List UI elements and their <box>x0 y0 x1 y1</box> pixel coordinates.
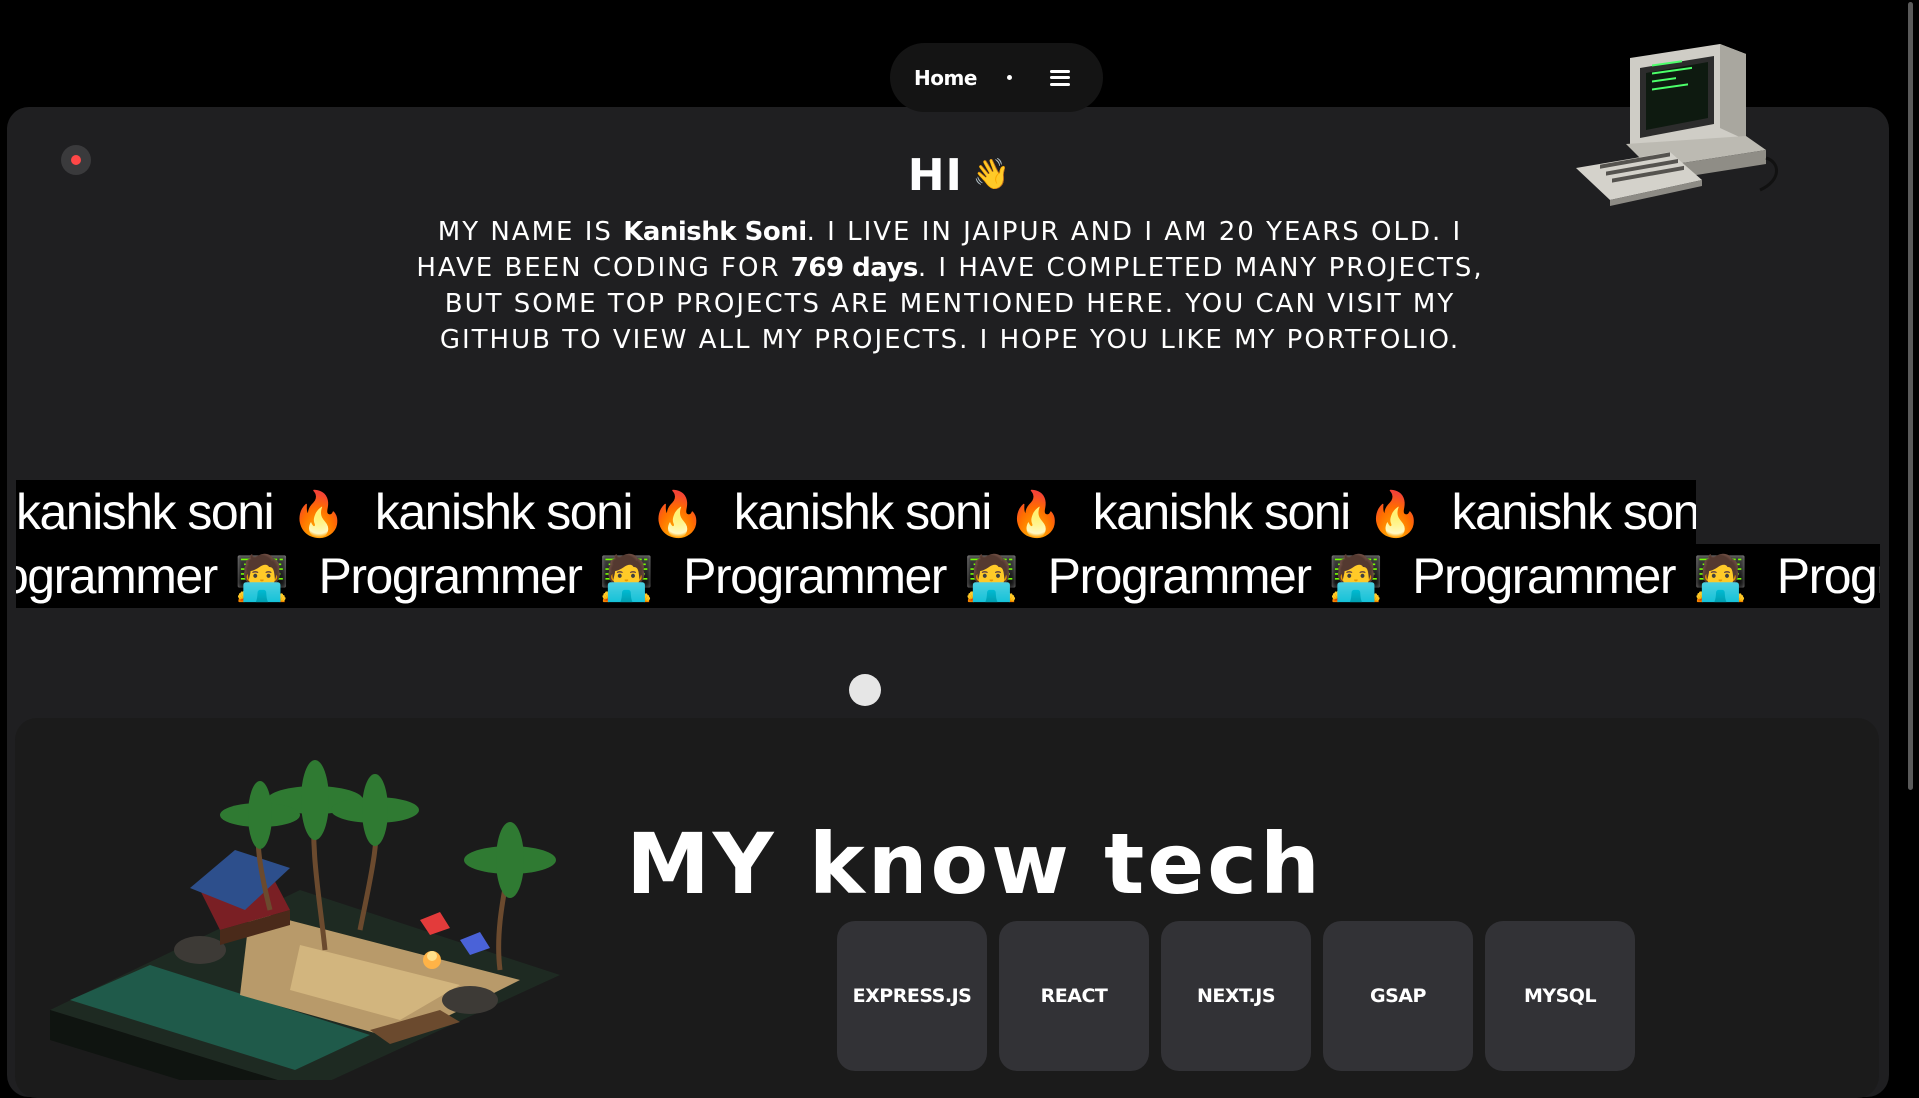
island-illustration-icon <box>50 760 560 1080</box>
marquee-item: Programmer🧑‍💻 <box>319 544 655 608</box>
programmer-emoji-icon: 🧑‍💻 <box>1693 554 1748 603</box>
marquee-item: kanishk soni🔥 <box>734 480 1064 544</box>
marquee-item: kanishk soni🔥 <box>1451 484 1696 540</box>
name-marquee-track: kanishk soni 🔥 kanishk soni 🔥 kanishk soni… <box>16 480 1696 544</box>
tech-card-mysql[interactable]: MYSQL <box>1485 921 1635 1071</box>
tech-card-gsap[interactable]: GSAP <box>1323 921 1473 1071</box>
intro-days: 769 days <box>790 253 919 283</box>
marquee-item: Programmer🧑‍💻 <box>1412 544 1748 608</box>
scroll-indicator-knob[interactable] <box>849 674 881 706</box>
intro-text-part1: My name is <box>437 217 624 247</box>
marquee-item: Programmer🧑‍💻 <box>683 544 1019 608</box>
tech-card-list: EXPRESS.JS REACT NEXT.JS GSAP MYSQL <box>837 921 1635 1071</box>
dot-icon <box>1006 75 1012 80</box>
nav-home-link[interactable]: Home <box>914 66 977 90</box>
marquee-item: Programmer🧑‍💻 <box>1776 548 1880 604</box>
name-marquee: kanishk soni 🔥 kanishk soni 🔥 kanishk soni… <box>16 480 1696 544</box>
fire-emoji-icon: 🔥 <box>1367 490 1423 539</box>
intro-name: Kanishk Soni <box>623 217 807 247</box>
role-marquee: Programmer🧑‍💻 Programmer🧑‍💻 Programmer🧑‍… <box>16 544 1880 608</box>
fire-emoji-icon: 🔥 <box>291 490 346 539</box>
marquee-item: kanishk soni🔥 <box>16 480 346 544</box>
page-scrollbar[interactable] <box>1905 0 1919 1079</box>
greeting-text: HI <box>907 150 963 201</box>
retro-computer-icon <box>1576 44 1778 206</box>
programmer-emoji-icon: 🧑‍💻 <box>963 554 1019 603</box>
marquee-item: Programmer🧑‍💻 <box>16 544 290 608</box>
top-nav: Home <box>890 43 1103 112</box>
role-marquee-track: Programmer🧑‍💻 Programmer🧑‍💻 Programmer🧑‍… <box>16 544 1880 608</box>
hamburger-menu-icon[interactable] <box>1049 69 1070 86</box>
marquee-item: kanishk soni🔥 <box>1093 480 1423 544</box>
programmer-emoji-icon: 🧑‍💻 <box>599 554 654 603</box>
programmer-emoji-icon: 🧑‍💻 <box>1328 554 1383 603</box>
wave-emoji-icon: 👋 <box>972 157 1012 192</box>
programmer-emoji-icon: 🧑‍💻 <box>234 554 290 603</box>
tech-section-title: MY know tech <box>626 815 1323 913</box>
fire-emoji-icon: 🔥 <box>650 490 705 539</box>
fire-emoji-icon: 🔥 <box>1008 490 1064 539</box>
marquee-item: Programmer🧑‍💻 <box>1048 544 1384 608</box>
hero-intro-paragraph: My name is Kanishk Soni. I live in Jaipu… <box>395 214 1505 358</box>
tech-card-react[interactable]: REACT <box>999 921 1149 1071</box>
scrollbar-thumb[interactable] <box>1908 2 1913 790</box>
tech-card-nextjs[interactable]: NEXT.JS <box>1161 921 1311 1071</box>
marquee-item: kanishk soni🔥 <box>375 480 705 544</box>
tech-card-expressjs[interactable]: EXPRESS.JS <box>837 921 987 1071</box>
